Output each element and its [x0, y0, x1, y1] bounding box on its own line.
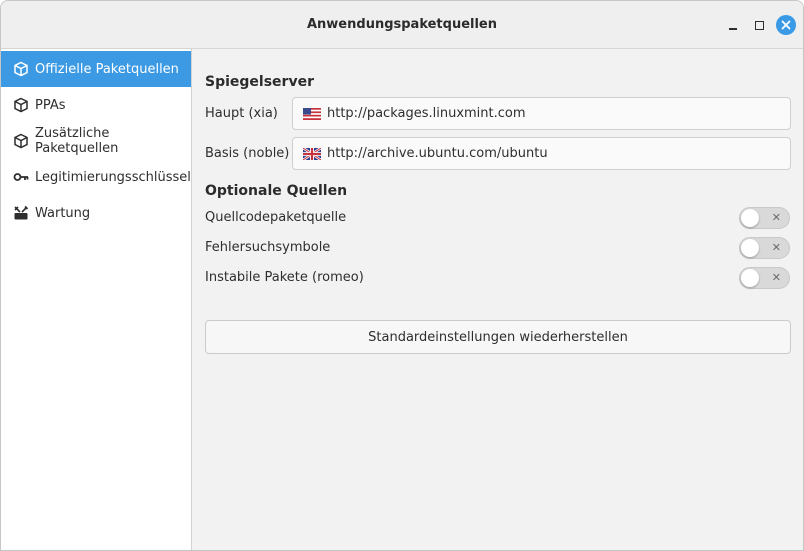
package-icon [13, 133, 29, 149]
close-icon: ✕ [771, 241, 781, 254]
toggle-knob [741, 239, 759, 257]
main-mirror-label: Haupt (xia) [205, 106, 278, 121]
sidebar-item-label: Offizielle Paketquellen [35, 61, 179, 77]
sidebar-item-label: PPAs [35, 97, 66, 113]
titlebar: Anwendungspaketquellen [1, 1, 803, 49]
sidebar-item-ppas[interactable]: PPAs [1, 87, 191, 123]
toggle-knob [741, 209, 759, 227]
base-mirror-label: Basis (noble) [205, 146, 290, 161]
sidebar-item-maintenance[interactable]: Wartung [1, 195, 191, 231]
tools-icon [13, 205, 29, 221]
app-window: Anwendungspaketquellen Offizielle Paketq… [0, 0, 804, 551]
base-mirror-button[interactable]: http://archive.ubuntu.com/ubuntu [292, 137, 791, 170]
optional-sources-heading: Optionale Quellen [205, 183, 348, 199]
main-panel: Spiegelserver Haupt (xia) http://package… [193, 49, 803, 550]
package-icon [13, 61, 29, 77]
sidebar-item-label: Wartung [35, 205, 91, 221]
maximize-button[interactable] [749, 15, 769, 35]
source-code-label: Quellcodepaketquelle [205, 210, 347, 225]
close-icon: ✕ [771, 211, 781, 224]
close-icon: ✕ [771, 271, 781, 284]
debug-symbols-label: Fehlersuchsymbole [205, 240, 331, 255]
toggle-knob [741, 269, 759, 287]
base-mirror-url: http://archive.ubuntu.com/ubuntu [327, 146, 548, 161]
debug-symbols-toggle[interactable]: ✕ [739, 237, 790, 259]
restore-defaults-button[interactable]: Standardeinstellungen wiederherstellen [205, 320, 791, 354]
maximize-icon [754, 20, 764, 30]
mirrors-heading: Spiegelserver [205, 74, 314, 90]
sidebar-item-official-sources[interactable]: Offizielle Paketquellen [1, 51, 191, 87]
sidebar-item-additional-sources[interactable]: Zusätzliche Paketquellen [1, 123, 191, 159]
sidebar: Offizielle Paketquellen PPAs Zusätzliche… [1, 49, 192, 550]
unstable-packages-label: Instabile Pakete (romeo) [205, 270, 364, 285]
close-button[interactable] [776, 15, 796, 35]
minimize-button[interactable] [723, 15, 743, 35]
window-title: Anwendungspaketquellen [306, 17, 498, 32]
sidebar-item-authentication-keys[interactable]: Legitimierungsschlüssel [1, 159, 191, 195]
unstable-packages-toggle[interactable]: ✕ [739, 267, 790, 289]
uk-flag-icon [302, 146, 322, 161]
main-mirror-url: http://packages.linuxmint.com [327, 106, 526, 121]
minimize-icon [729, 27, 737, 30]
close-icon [781, 20, 791, 30]
sidebar-item-label: Zusätzliche Paketquellen [35, 126, 119, 156]
package-icon [13, 97, 29, 113]
us-flag-icon [303, 107, 321, 120]
key-icon [13, 169, 29, 185]
source-code-toggle[interactable]: ✕ [739, 207, 790, 229]
sidebar-item-label: Legitimierungsschlüssel [35, 169, 191, 185]
main-mirror-button[interactable]: http://packages.linuxmint.com [292, 97, 791, 130]
